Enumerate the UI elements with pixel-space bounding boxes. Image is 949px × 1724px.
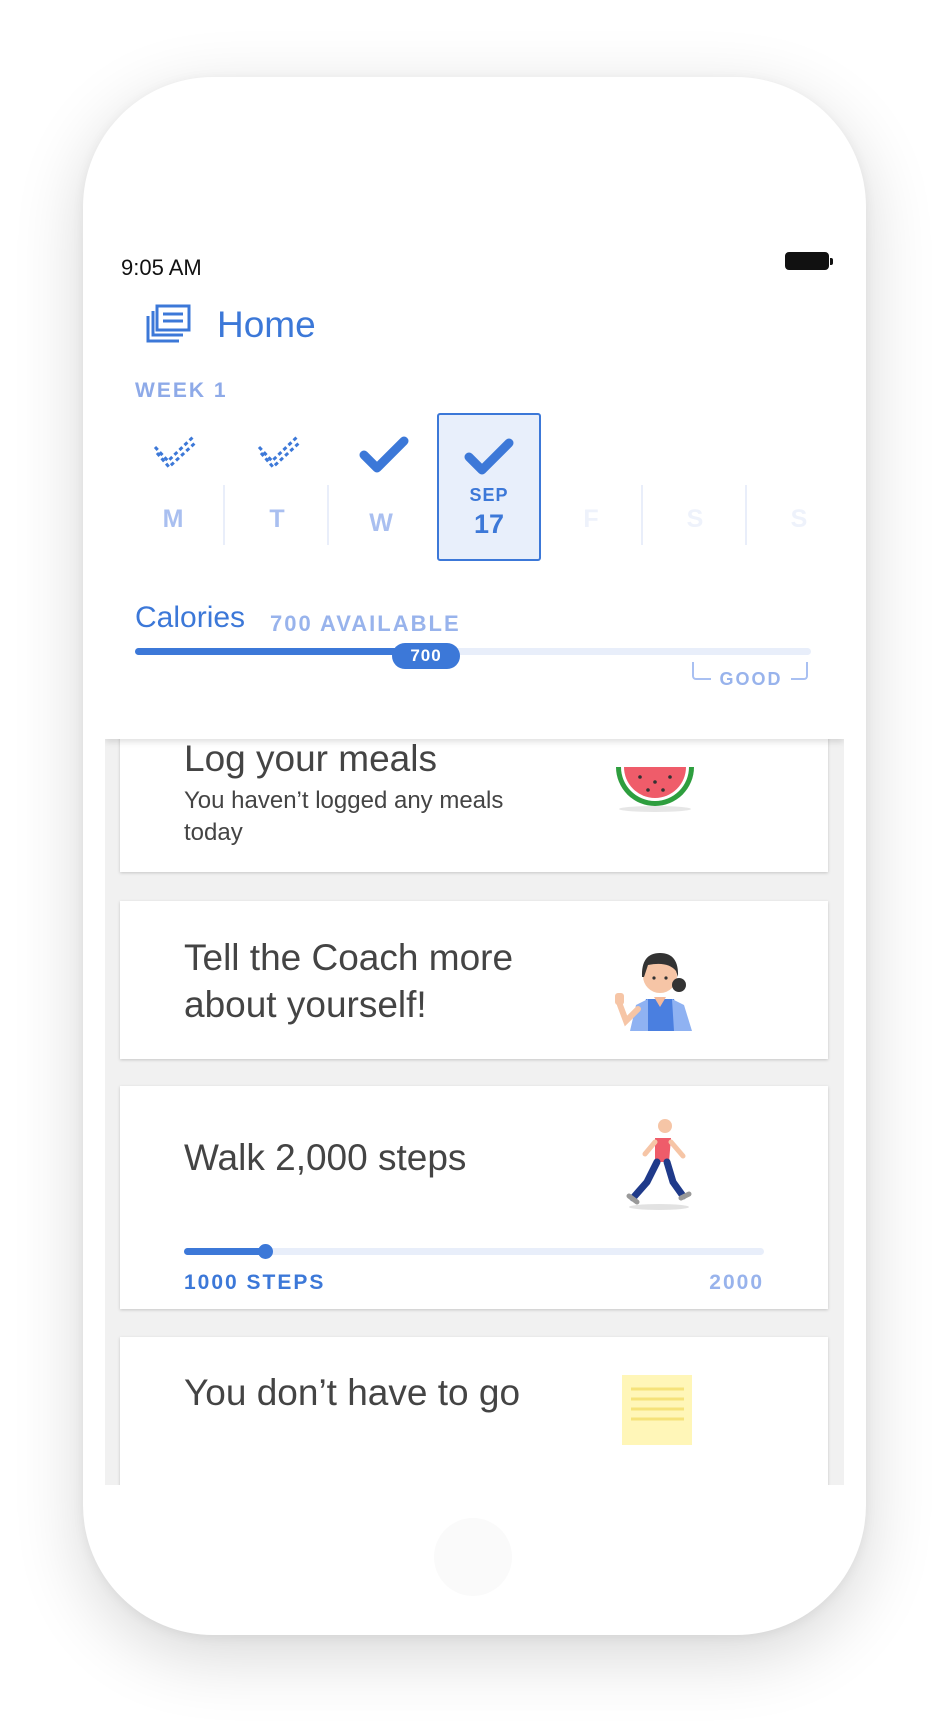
steps-progress-fill — [184, 1248, 266, 1255]
week-day-strip: M T W SEP 17 F S S — [121, 413, 841, 561]
header-area: 9:05 AM Home WEEK 1 M T W SEP 17 F S S C… — [105, 157, 844, 739]
card-tip[interactable]: You don’t have to go — [120, 1337, 828, 1485]
check-icon — [464, 438, 514, 475]
page-title: Home — [217, 304, 316, 345]
card-title: You don’t have to go — [184, 1372, 521, 1413]
card-title: Tell the Coach more about yourself! — [184, 937, 514, 1025]
day-letter: S — [686, 505, 704, 533]
phone-frame: 9:05 AM Home WEEK 1 M T W SEP 17 F S S C… — [83, 77, 866, 1635]
steps-progress-thumb — [258, 1244, 274, 1259]
good-range-label: GOOD — [711, 669, 791, 690]
day-letter: M — [162, 505, 184, 533]
selected-month: SEP — [469, 485, 509, 505]
week-label: WEEK 1 — [135, 379, 228, 402]
card-title: Log your meals — [184, 738, 437, 779]
steps-goal-label: 2000 — [709, 1271, 764, 1294]
calories-value-pill[interactable]: 700 — [392, 643, 460, 669]
day-wednesday[interactable]: W — [329, 413, 433, 561]
day-tuesday[interactable]: T — [225, 413, 329, 561]
day-sunday[interactable]: S — [747, 413, 844, 561]
watermelon-icon — [616, 767, 694, 812]
calories-progress-track — [135, 648, 811, 655]
day-letter: T — [269, 505, 285, 533]
calories-label: Calories — [135, 601, 246, 634]
card-walk-steps[interactable]: Walk 2,000 steps 1000 STEPS 2000 — [120, 1086, 828, 1309]
home-button[interactable] — [434, 1518, 512, 1596]
day-letter: S — [790, 505, 808, 533]
card-subtitle: You haven’t logged any meals today — [184, 787, 504, 846]
status-time: 9:05 AM — [121, 255, 202, 280]
day-saturday[interactable]: S — [643, 413, 747, 561]
notepad-icon — [622, 1375, 692, 1445]
coach-avatar-icon — [615, 953, 692, 1031]
card-title: Walk 2,000 steps — [184, 1137, 467, 1178]
battery-icon — [785, 252, 833, 270]
selected-date: 17 — [473, 509, 505, 539]
steps-progress-track — [184, 1244, 764, 1259]
day-monday[interactable]: M — [121, 413, 225, 561]
day-letter: W — [369, 509, 393, 537]
steps-current-label: 1000 STEPS — [184, 1271, 326, 1294]
day-friday[interactable]: F — [539, 413, 643, 561]
check-icon — [359, 436, 409, 473]
card-coach[interactable]: Tell the Coach more about yourself! — [120, 901, 828, 1059]
dashed-check-icon — [153, 435, 197, 470]
calories-available: 700 AVAILABLE — [270, 611, 461, 636]
day-selected[interactable]: SEP 17 — [437, 413, 541, 561]
day-letter: F — [583, 505, 599, 533]
walking-person-icon — [626, 1119, 692, 1210]
app-screen: 9:05 AM Home WEEK 1 M T W SEP 17 F S S C… — [105, 157, 844, 1485]
home-stack-icon[interactable] — [145, 304, 193, 344]
dashed-check-icon — [257, 435, 301, 470]
